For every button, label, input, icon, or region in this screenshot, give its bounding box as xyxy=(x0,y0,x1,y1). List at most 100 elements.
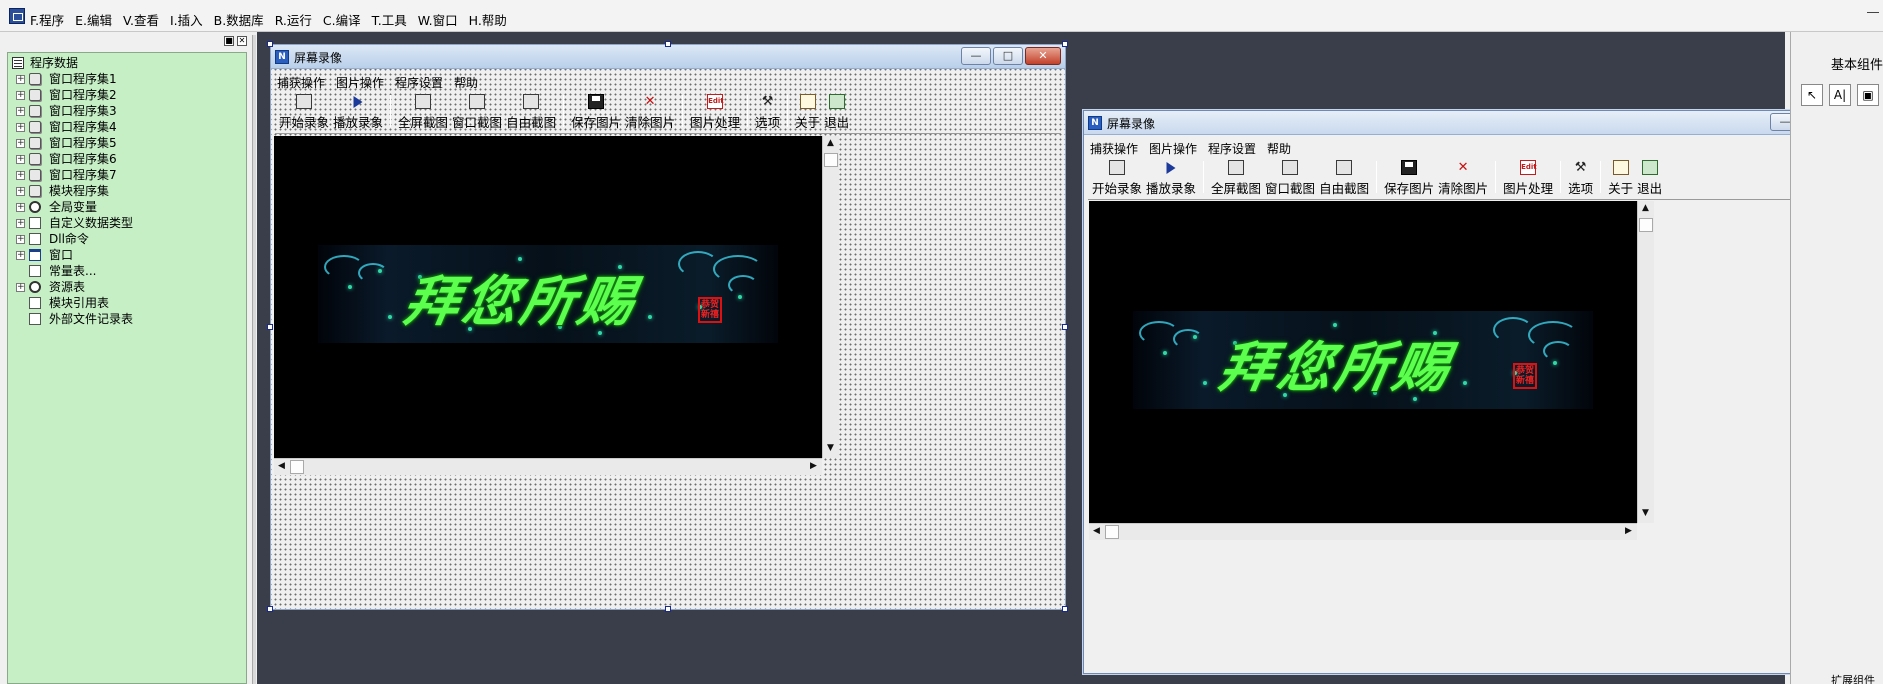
close-button[interactable]: ✕ xyxy=(1025,47,1061,65)
window-menu-item[interactable]: 图片操作 xyxy=(1149,140,1197,157)
resize-handle[interactable] xyxy=(1062,324,1068,330)
window-menu-item[interactable]: 帮助 xyxy=(454,74,478,91)
resize-handle[interactable] xyxy=(267,324,273,330)
expand-toggle-icon[interactable]: + xyxy=(16,283,25,292)
picture-tool-icon[interactable]: ▣ xyxy=(1857,84,1879,106)
toolbar-button[interactable]: 全屏截图 xyxy=(396,92,450,130)
menu-item[interactable]: V.查看 xyxy=(123,10,159,29)
menu-item[interactable]: H.帮助 xyxy=(469,10,507,29)
window-menu-item[interactable]: 捕获操作 xyxy=(1090,140,1138,157)
toolbar-button[interactable]: 全屏截图 xyxy=(1209,158,1263,196)
menu-item[interactable]: W.窗口 xyxy=(418,10,458,29)
scroll-thumb[interactable] xyxy=(824,153,838,167)
tree-item[interactable]: 外部文件记录表 xyxy=(8,311,246,327)
scroll-left-button[interactable]: ◀ xyxy=(274,459,289,474)
tree-item[interactable]: + 全局变量 xyxy=(8,199,246,215)
expand-toggle-icon[interactable]: + xyxy=(16,155,25,164)
tree-item[interactable]: + 窗口程序集7 xyxy=(8,167,246,183)
toolbar-button[interactable]: 播放录象 xyxy=(331,92,385,130)
video-vertical-scrollbar[interactable]: ▲ ▼ xyxy=(1637,201,1654,523)
scroll-right-button[interactable]: ▶ xyxy=(806,459,821,474)
label-tool-icon[interactable]: A| xyxy=(1829,84,1851,106)
toolbar-button[interactable]: 开始录象 xyxy=(277,92,331,130)
menu-item[interactable]: R.运行 xyxy=(275,10,312,29)
expand-toggle-icon[interactable]: + xyxy=(16,251,25,260)
video-vertical-scrollbar[interactable]: ▲ ▼ xyxy=(822,136,839,458)
expand-toggle-icon[interactable]: + xyxy=(16,235,25,244)
scroll-down-button[interactable]: ▼ xyxy=(823,441,838,456)
video-display[interactable]: 拜您所赐 恭贺新禧 xyxy=(1089,201,1637,523)
toolbar-button[interactable]: 关于 xyxy=(793,92,822,130)
resize-handle[interactable] xyxy=(1062,41,1068,47)
menu-item[interactable]: E.编辑 xyxy=(75,10,112,29)
toolbar-button[interactable]: ⚒ 选项 xyxy=(753,92,782,130)
resize-handle[interactable] xyxy=(267,606,273,612)
toolbar-button[interactable]: ⚒ 选项 xyxy=(1566,158,1595,196)
toolbar-button[interactable]: 开始录象 xyxy=(1090,158,1144,196)
window-menu-item[interactable]: 帮助 xyxy=(1267,140,1291,157)
scroll-thumb-h[interactable] xyxy=(1105,525,1119,539)
toolbar-button[interactable]: 退出 xyxy=(822,92,851,130)
toolbar-button[interactable]: 自由截图 xyxy=(1317,158,1371,196)
window-menu-item[interactable]: 图片操作 xyxy=(336,74,384,91)
video-horizontal-scrollbar[interactable]: ◀ ▶ xyxy=(274,458,822,475)
pointer-icon[interactable]: ↖ xyxy=(1801,84,1823,106)
toolbar-button[interactable]: Edit 图片处理 xyxy=(1501,158,1555,196)
scroll-up-button[interactable]: ▲ xyxy=(823,136,838,151)
panel-close-icon[interactable]: ✕ xyxy=(237,36,247,46)
expand-toggle-icon[interactable]: + xyxy=(16,75,25,84)
panel-pin-icon[interactable]: ■ xyxy=(224,36,234,46)
menu-item[interactable]: T.工具 xyxy=(372,10,407,29)
tree-item[interactable]: + 自定义数据类型 xyxy=(8,215,246,231)
expand-toggle-icon[interactable]: + xyxy=(16,219,25,228)
scroll-up-button[interactable]: ▲ xyxy=(1638,201,1653,216)
toolbar-button[interactable]: ✕ 清除图片 xyxy=(1436,158,1490,196)
scroll-thumb[interactable] xyxy=(1639,218,1653,232)
tree-item[interactable]: 常量表... xyxy=(8,263,246,279)
expand-toggle-icon[interactable]: + xyxy=(16,203,25,212)
maximize-button[interactable]: □ xyxy=(993,47,1023,65)
tree-item[interactable]: + 模块程序集 xyxy=(8,183,246,199)
toolbar-button[interactable]: 窗口截图 xyxy=(450,92,504,130)
menu-item[interactable]: I.插入 xyxy=(170,10,203,29)
resize-handle[interactable] xyxy=(665,606,671,612)
panel-splitter[interactable] xyxy=(252,35,256,684)
toolbar-button[interactable]: 保存图片 xyxy=(569,92,623,130)
window-menu-item[interactable]: 捕获操作 xyxy=(277,74,325,91)
preview-window-titlebar[interactable]: N 屏幕录像 — □ ✕ xyxy=(1084,111,1874,135)
toolbar-button[interactable]: 播放录象 xyxy=(1144,158,1198,196)
toolbar-button[interactable]: 关于 xyxy=(1606,158,1635,196)
scroll-left-button[interactable]: ◀ xyxy=(1089,524,1104,539)
scroll-right-button[interactable]: ▶ xyxy=(1621,524,1636,539)
video-horizontal-scrollbar[interactable]: ◀ ▶ xyxy=(1089,523,1637,540)
toolbar-button[interactable]: 自由截图 xyxy=(504,92,558,130)
design-window-titlebar[interactable]: N 屏幕录像 — □ ✕ xyxy=(271,45,1065,69)
minimize-button[interactable]: — xyxy=(961,47,991,65)
resize-handle[interactable] xyxy=(665,41,671,47)
scroll-down-button[interactable]: ▼ xyxy=(1638,506,1653,521)
menu-item[interactable]: B.数据库 xyxy=(214,10,264,29)
toolbar-button[interactable]: Edit 图片处理 xyxy=(688,92,742,130)
tree-item[interactable]: 程序数据 xyxy=(8,55,246,71)
tree-item[interactable]: + 窗口 xyxy=(8,247,246,263)
resize-handle[interactable] xyxy=(267,41,273,47)
menu-item[interactable]: C.编译 xyxy=(323,10,361,29)
menu-item[interactable]: F.程序 xyxy=(30,10,64,29)
tree-item[interactable]: + 窗口程序集3 xyxy=(8,103,246,119)
tree-item[interactable]: + 窗口程序集5 xyxy=(8,135,246,151)
tree-item[interactable]: + Dll命令 xyxy=(8,231,246,247)
toolbar-button[interactable]: ✕ 清除图片 xyxy=(623,92,677,130)
tree-item[interactable]: + 窗口程序集4 xyxy=(8,119,246,135)
tree-item[interactable]: + 窗口程序集1 xyxy=(8,71,246,87)
window-menu-item[interactable]: 程序设置 xyxy=(395,74,443,91)
toolbar-button[interactable]: 窗口截图 xyxy=(1263,158,1317,196)
tree-item[interactable]: 模块引用表 xyxy=(8,295,246,311)
toolbar-button[interactable]: 退出 xyxy=(1635,158,1664,196)
video-display[interactable]: 拜您所赐 恭贺新禧 xyxy=(274,136,822,458)
tree-item[interactable]: + 资源表 xyxy=(8,279,246,295)
expand-toggle-icon[interactable]: + xyxy=(16,139,25,148)
expand-toggle-icon[interactable]: + xyxy=(16,123,25,132)
tree-item[interactable]: + 窗口程序集2 xyxy=(8,87,246,103)
resize-handle[interactable] xyxy=(1062,606,1068,612)
scroll-thumb-h[interactable] xyxy=(290,460,304,474)
